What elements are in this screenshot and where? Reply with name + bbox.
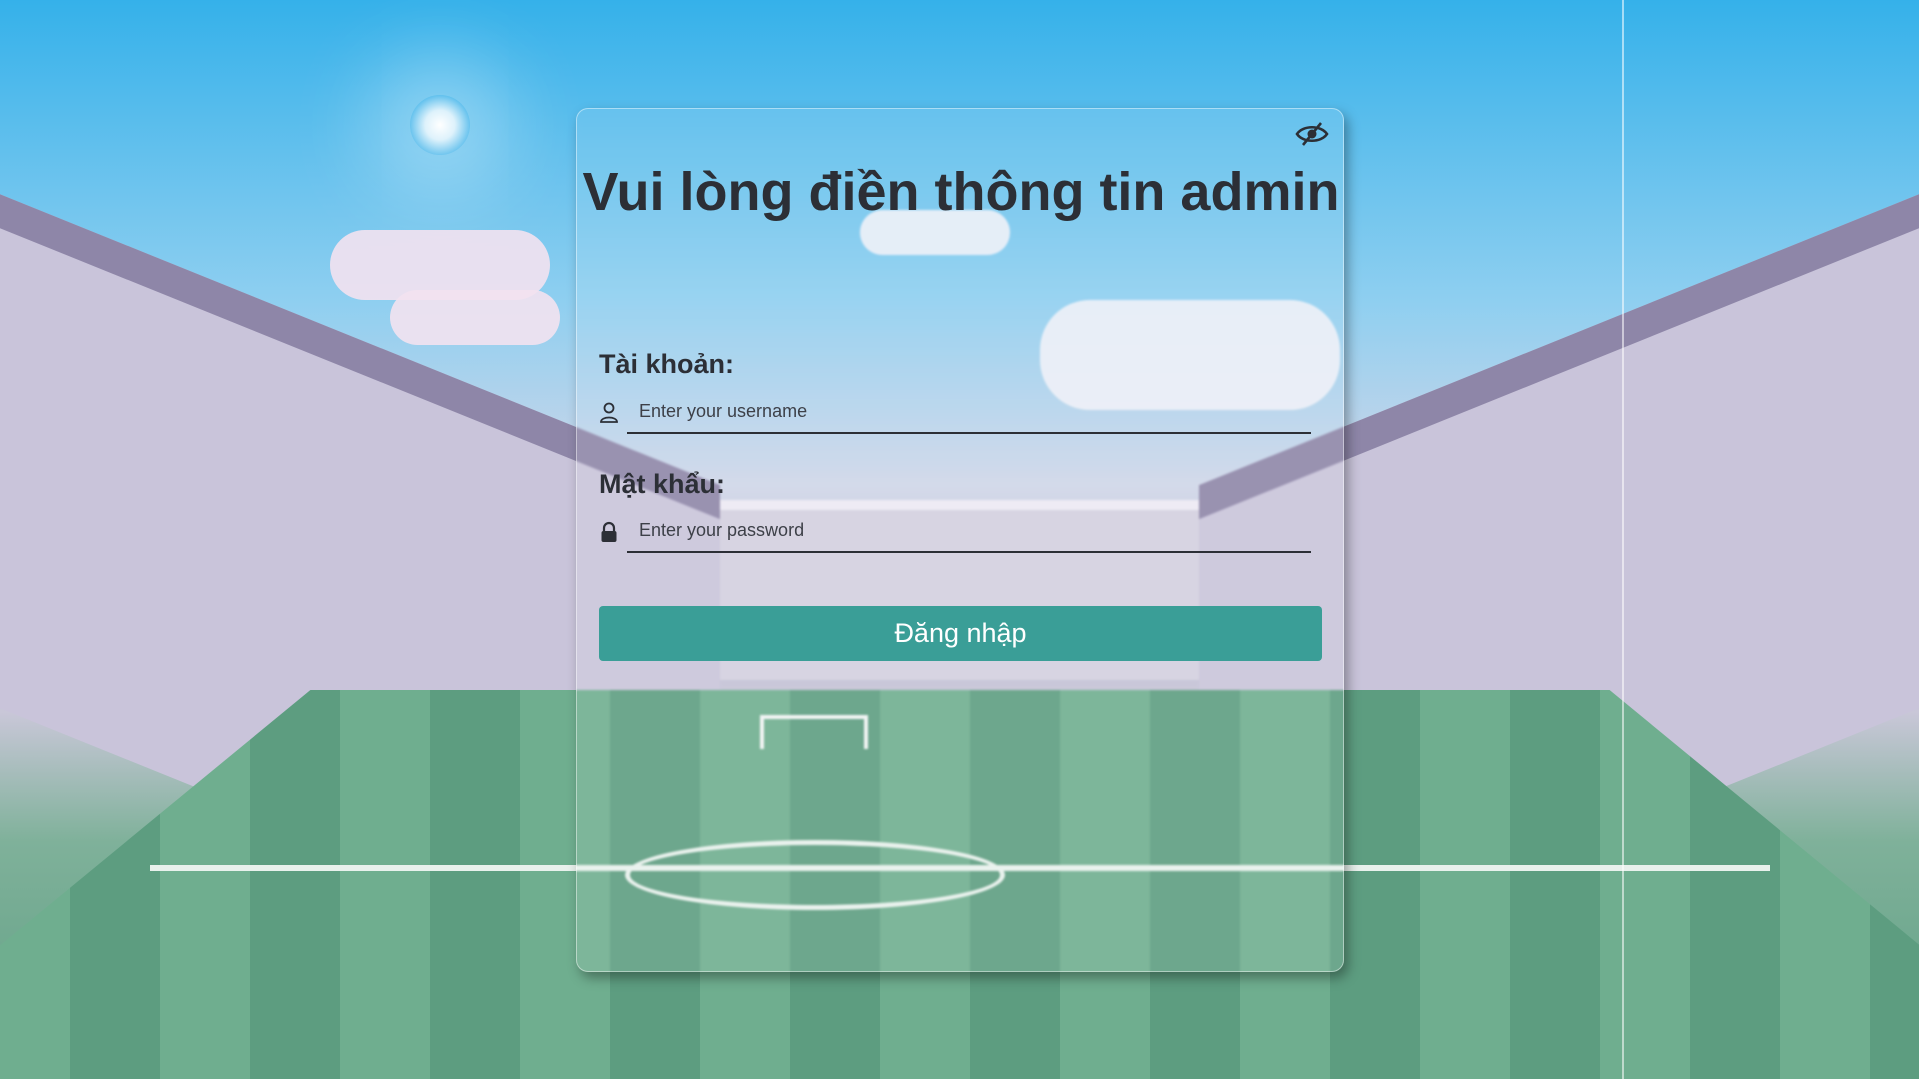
user-icon bbox=[599, 402, 621, 424]
username-input[interactable] bbox=[627, 390, 1311, 434]
lock-icon bbox=[599, 521, 621, 543]
eye-slash-icon[interactable] bbox=[1295, 121, 1329, 147]
login-button[interactable]: Đăng nhập bbox=[599, 606, 1322, 661]
login-page: Vui lòng điền thông tin admin Tài khoản:… bbox=[0, 0, 1919, 1079]
background-seam bbox=[1622, 0, 1624, 1079]
username-row bbox=[599, 390, 1311, 440]
password-row bbox=[599, 509, 1311, 559]
cloud bbox=[390, 290, 560, 345]
username-label: Tài khoản: bbox=[599, 349, 735, 379]
password-label: Mật khẩu: bbox=[599, 469, 726, 499]
page-title: Vui lòng điền thông tin admin bbox=[582, 162, 1340, 222]
password-input[interactable] bbox=[627, 509, 1311, 553]
login-card: Vui lòng điền thông tin admin Tài khoản:… bbox=[576, 108, 1344, 972]
sun-illustration bbox=[410, 95, 470, 155]
